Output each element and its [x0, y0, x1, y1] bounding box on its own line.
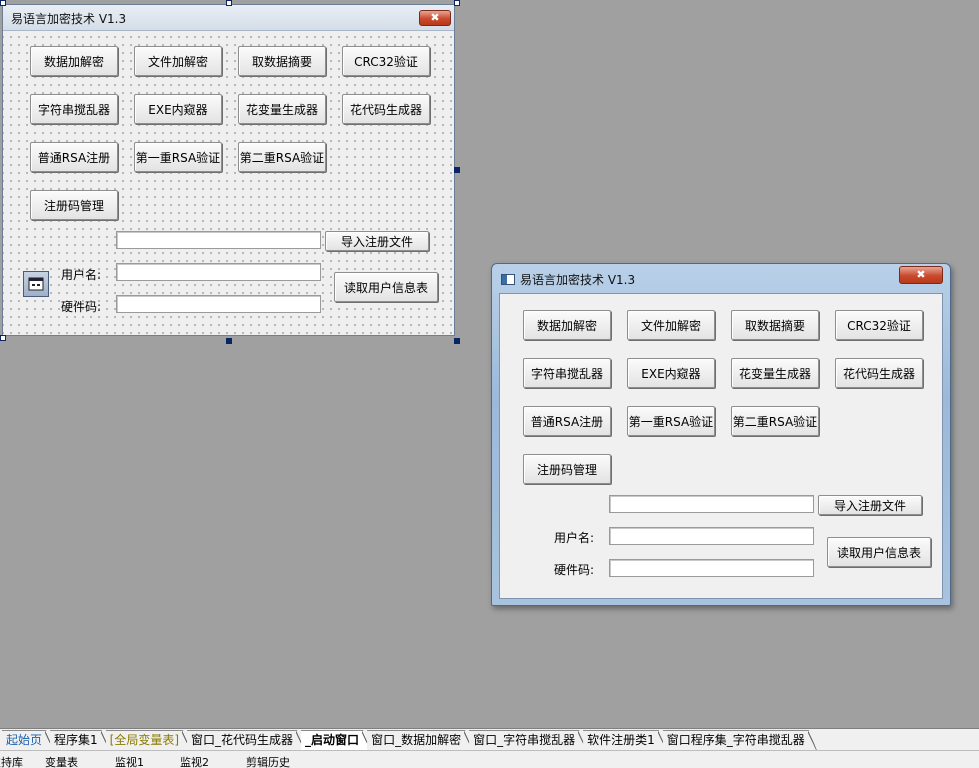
data-digest-button[interactable]: 取数据摘要 [731, 310, 819, 340]
file-encrypt-button[interactable]: 文件加解密 [627, 310, 715, 340]
tab-window-string-scramble[interactable]: 窗口_字符串搅乱器 [469, 730, 587, 750]
design-form[interactable]: 易语言加密技术 V1.3 ✖ 数据加解密 文件加解密 取数据摘要 CRC32验证… [2, 4, 455, 336]
panel-tab-watch-2[interactable]: 监视2 [180, 754, 209, 768]
window-component-icon[interactable] [23, 271, 49, 297]
resize-handle[interactable] [226, 338, 232, 344]
regcode-manage-button[interactable]: 注册码管理 [30, 190, 118, 220]
panel-tab-watch-1[interactable]: 监视1 [115, 754, 144, 768]
crc32-button[interactable]: CRC32验证 [342, 46, 430, 76]
panel-tab-clip-history[interactable]: 剪辑历史 [246, 754, 290, 768]
panel-tab-variables[interactable]: 变量表 [45, 754, 78, 768]
bottom-panel-tabs: 支持库 变量表 监视1 监视2 剪辑历史 [0, 750, 979, 768]
close-icon[interactable]: ✖ [899, 266, 943, 284]
hardware-code-field[interactable] [116, 295, 321, 313]
design-form-titlebar: 易语言加密技术 V1.3 ✖ [3, 5, 454, 31]
tab-window-program-set-string-scramble[interactable]: 窗口程序集_字符串搅乱器 [663, 730, 817, 750]
import-regfile-button[interactable]: 导入注册文件 [818, 495, 922, 515]
junk-code-gen-button[interactable]: 花代码生成器 [835, 358, 923, 388]
tab-window-junk-code-gen[interactable]: 窗口_花代码生成器 [187, 730, 305, 750]
rsa-verify-2-button[interactable]: 第二重RSA验证 [731, 406, 819, 436]
regfile-path-field[interactable] [116, 231, 321, 249]
app-window-icon [501, 274, 515, 285]
read-userinfo-button[interactable]: 读取用户信息表 [334, 272, 438, 302]
exe-peek-button[interactable]: EXE内窥器 [134, 94, 222, 124]
tab-program-set-1[interactable]: 程序集1 [50, 730, 110, 750]
tab-window-data-encrypt[interactable]: 窗口_数据加解密 [367, 730, 473, 750]
import-regfile-button[interactable]: 导入注册文件 [325, 231, 429, 251]
data-encrypt-button[interactable]: 数据加解密 [30, 46, 118, 76]
resize-handle [0, 335, 6, 341]
editor-tab-bar: 起始页 程序集1 [全局变量表] 窗口_花代码生成器 _启动窗口 窗口_数据加解… [0, 728, 979, 750]
username-label: 用户名: [554, 531, 595, 545]
resize-handle [454, 0, 460, 6]
rsa-verify-2-button[interactable]: 第二重RSA验证 [238, 142, 326, 172]
resize-handle[interactable] [454, 167, 460, 173]
preview-window-client: 数据加解密 文件加解密 取数据摘要 CRC32验证 字符串搅乱器 EXE内窥器 … [499, 293, 943, 599]
string-scramble-button[interactable]: 字符串搅乱器 [523, 358, 611, 388]
tab-startup-window[interactable]: _启动窗口 [301, 730, 371, 750]
read-userinfo-button[interactable]: 读取用户信息表 [827, 537, 931, 567]
close-icon[interactable]: ✖ [419, 10, 451, 26]
username-field[interactable] [609, 527, 814, 545]
data-encrypt-button[interactable]: 数据加解密 [523, 310, 611, 340]
preview-window-title: 易语言加密技术 V1.3 [520, 273, 636, 287]
string-scramble-button[interactable]: 字符串搅乱器 [30, 94, 118, 124]
rsa-register-button[interactable]: 普通RSA注册 [30, 142, 118, 172]
design-form-title: 易语言加密技术 V1.3 [11, 12, 127, 26]
resize-handle [226, 0, 232, 6]
panel-tab-support-lib[interactable]: 支持库 [0, 754, 23, 768]
tab-global-vars[interactable]: [全局变量表] [106, 730, 191, 750]
exe-peek-button[interactable]: EXE内窥器 [627, 358, 715, 388]
username-label: 用户名: [61, 268, 102, 282]
regfile-path-field[interactable] [609, 495, 814, 513]
resize-handle[interactable] [454, 338, 460, 344]
var-gen-button[interactable]: 花变量生成器 [238, 94, 326, 124]
designer-workspace: 易语言加密技术 V1.3 ✖ 数据加解密 文件加解密 取数据摘要 CRC32验证… [0, 0, 979, 728]
data-digest-button[interactable]: 取数据摘要 [238, 46, 326, 76]
tab-software-register-class[interactable]: 软件注册类1 [583, 730, 667, 750]
resize-handle [0, 0, 6, 6]
hardware-code-label: 硬件码: [554, 563, 595, 577]
rsa-verify-1-button[interactable]: 第一重RSA验证 [134, 142, 222, 172]
hardware-code-label: 硬件码: [61, 300, 102, 314]
rsa-register-button[interactable]: 普通RSA注册 [523, 406, 611, 436]
hardware-code-field[interactable] [609, 559, 814, 577]
username-field[interactable] [116, 263, 321, 281]
crc32-button[interactable]: CRC32验证 [835, 310, 923, 340]
file-encrypt-button[interactable]: 文件加解密 [134, 46, 222, 76]
rsa-verify-1-button[interactable]: 第一重RSA验证 [627, 406, 715, 436]
junk-code-gen-button[interactable]: 花代码生成器 [342, 94, 430, 124]
tab-start-page[interactable]: 起始页 [2, 730, 54, 750]
regcode-manage-button[interactable]: 注册码管理 [523, 454, 611, 484]
preview-window[interactable]: 易语言加密技术 V1.3 ✖ 数据加解密 文件加解密 取数据摘要 CRC32验证… [491, 263, 951, 606]
var-gen-button[interactable]: 花变量生成器 [731, 358, 819, 388]
